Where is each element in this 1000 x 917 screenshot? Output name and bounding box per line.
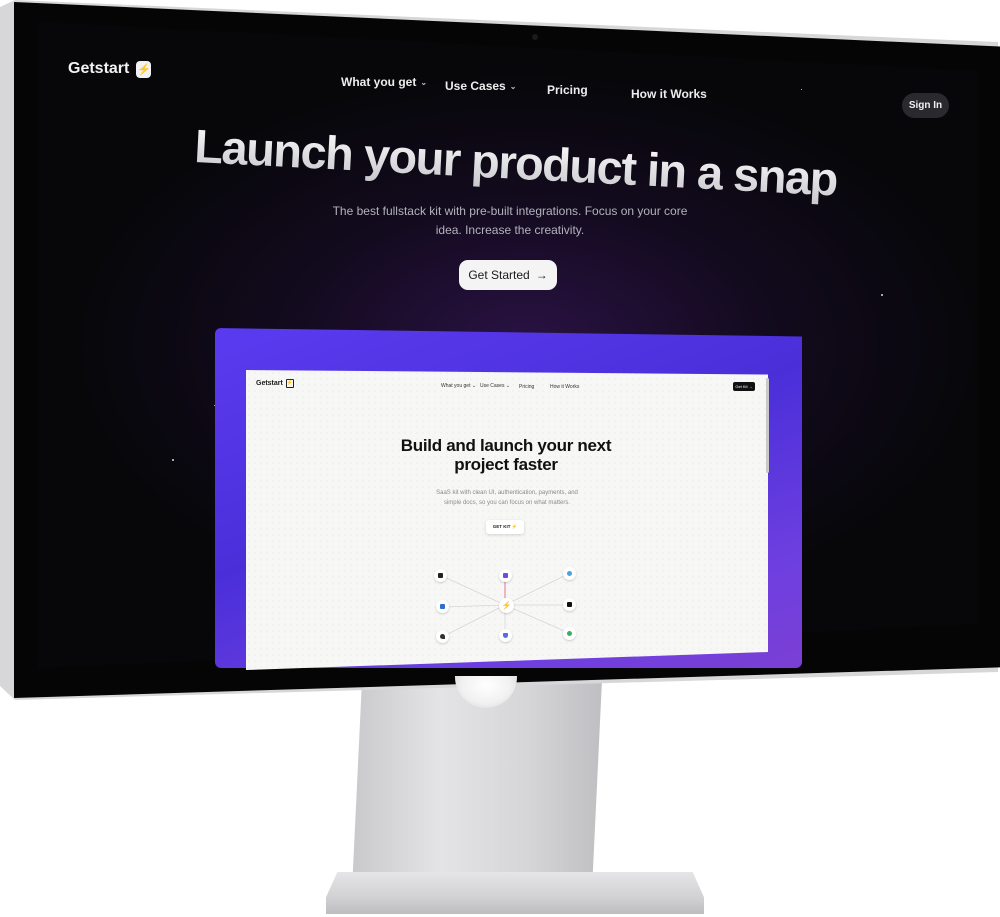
monitor: Getstart ⚡ What you get ⌄ Use Cases ⌄ Pr… [0,0,1000,917]
preview-cta-button: GET KIT ⚡ [486,520,524,534]
preview-nav-item: Use Cases ⌄ [480,383,511,389]
integration-node-icon [563,627,576,640]
hero-subline: The best fullstack kit with pre-built in… [332,204,688,237]
bolt-icon: ⚡ [285,379,294,388]
preview-scrollbar[interactable] [766,378,769,473]
monitor-stand-base [326,872,704,914]
bolt-icon: ⚡ [499,598,514,613]
preview-subline: SaaS kit with clean UI, authentication, … [436,490,578,506]
sign-in-button[interactable]: Sign In [902,93,949,118]
preview-get-kit-button: Get Kit → [733,382,755,391]
star-decoration [881,294,883,296]
preview-title: Build and launch your next project faste… [400,436,612,474]
webcam-dot [532,34,538,40]
preview-nav-item: What you get ⌄ [441,383,477,389]
arrow-right-icon: → [535,268,548,282]
integration-node-icon [499,629,512,642]
integration-node-icon [563,567,576,580]
integration-node-icon [499,569,512,582]
star-decoration [801,89,802,90]
nav-item-how-it-works[interactable]: How it Works [631,87,707,101]
nav-item-what-you-get[interactable]: What you get ⌄ [341,75,427,89]
preview-nav-item: How it Works [550,384,580,390]
bolt-icon: ⚡ [136,60,152,78]
chevron-down-icon: ⌄ [420,77,428,87]
star-decoration [172,459,174,461]
get-started-label: Get Started [468,268,530,282]
integration-node-icon [436,600,449,613]
chevron-down-icon: ⌄ [509,81,517,91]
preview-logo: Getstart ⚡ [256,379,294,388]
nav-item-label: How it Works [631,87,707,101]
star-decoration [214,405,215,406]
get-started-button[interactable]: Get Started → [459,260,557,290]
preview-logo-text: Getstart [256,380,283,387]
nav-item-pricing[interactable]: Pricing [547,83,588,97]
preview-nav-item: Pricing [519,384,535,390]
nav-item-label: What you get [341,75,417,89]
nav-item-label: Pricing [547,83,588,97]
integration-node-icon [436,630,449,643]
monitor-stand-neck [352,680,602,890]
nav-item-use-cases[interactable]: Use Cases ⌄ [445,79,516,93]
integration-node-icon [434,569,447,582]
integration-node-icon [563,598,576,611]
logo-text: Getstart [68,60,130,77]
nav-item-label: Use Cases [445,79,506,93]
logo[interactable]: Getstart ⚡ [68,60,152,78]
